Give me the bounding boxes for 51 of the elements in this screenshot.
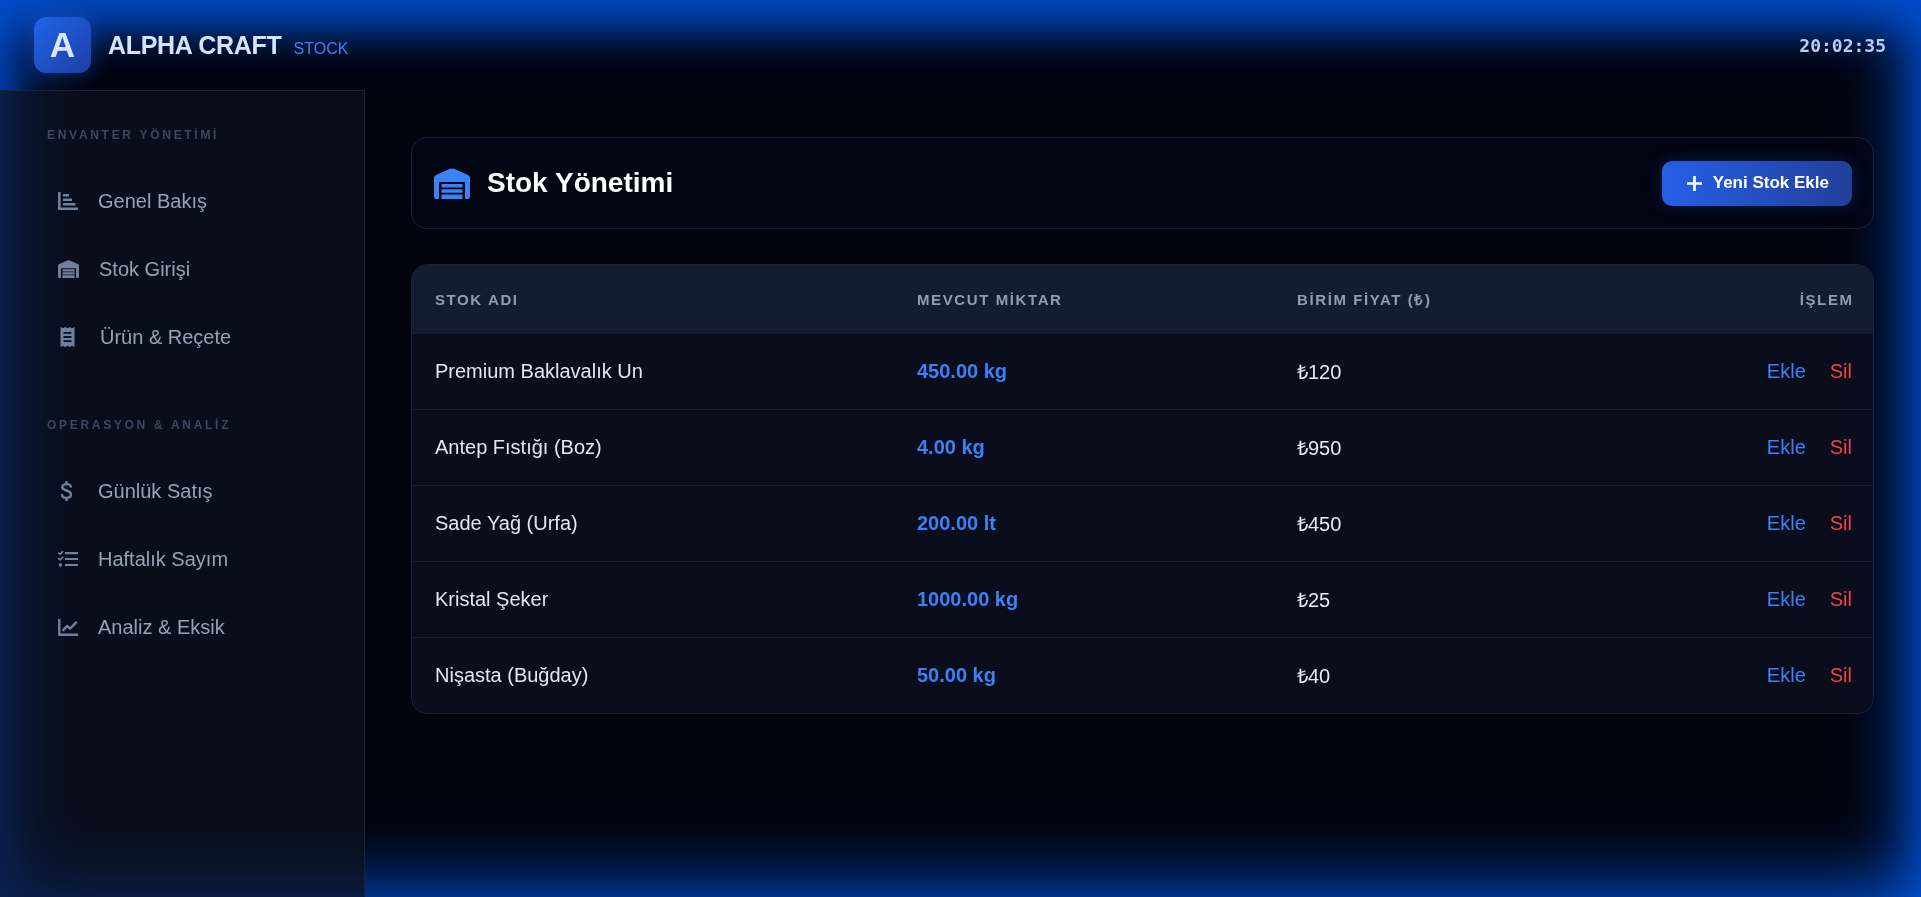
price-cell-text: ₺25: [1297, 588, 1332, 613]
sidebar-item[interactable]: Analiz & Eksik: [16, 599, 348, 655]
name-cell-text: Nişasta (Buğday): [435, 664, 590, 687]
checklist-icon: [58, 551, 78, 567]
name-cell-text: Kristal Şeker: [435, 588, 550, 611]
quantity-cell-text: 4.00 kg: [917, 436, 986, 459]
delete-link[interactable]: Sil: [1829, 360, 1852, 383]
price-cell-text: ₺40: [1297, 664, 1332, 689]
price-cell-text: ₺950: [1297, 436, 1343, 461]
column-header: STOK ADI: [435, 290, 520, 308]
brand-tag: STOCK: [293, 39, 349, 58]
add-link[interactable]: Ekle: [1766, 512, 1806, 535]
name-cell-text: Antep Fıstığı (Boz): [435, 436, 603, 459]
brand-name: ALPHA CRAFT: [108, 30, 282, 60]
add-link[interactable]: Ekle: [1766, 360, 1806, 383]
name-cell-text: Sade Yağ (Urfa): [435, 512, 579, 535]
add-link[interactable]: Ekle: [1766, 664, 1806, 687]
line-chart-icon: [58, 618, 78, 636]
bar-chart-icon: [58, 192, 78, 210]
quantity-cell-text: 50.00 kg: [917, 664, 997, 687]
delete-link[interactable]: Sil: [1829, 588, 1852, 611]
column-header: MEVCUT MİKTAR: [917, 290, 1064, 308]
clock-time: 20:02:35: [1799, 34, 1886, 56]
sidebar-item[interactable]: Stok Girişi: [16, 241, 348, 297]
sidebar-item[interactable]: Genel Bakış: [16, 173, 348, 229]
section-heading: ENVANTER YÖNETİMİ: [46, 127, 221, 143]
sidebar-item[interactable]: Ürün & Reçete: [16, 309, 348, 365]
section-heading: OPERASYON & ANALİZ: [46, 417, 233, 433]
price-cell-text: ₺450: [1297, 512, 1343, 537]
dollar-icon: [60, 481, 73, 501]
column-header: İŞLEM: [1799, 290, 1854, 308]
warehouse-icon: [434, 167, 470, 199]
page-title: Stok Yönetimi: [487, 167, 674, 199]
quantity-cell-text: 200.00 lt: [917, 512, 997, 535]
plus-icon: [1686, 175, 1702, 191]
logo-tile: A: [34, 17, 91, 73]
add-link[interactable]: Ekle: [1766, 588, 1806, 611]
warehouse-icon: [58, 260, 79, 278]
sidebar-item[interactable]: Günlük Satış: [16, 463, 348, 519]
delete-link[interactable]: Sil: [1829, 664, 1852, 687]
name-cell-text: Premium Baklavalık Un: [435, 360, 644, 383]
quantity-cell-text: 1000.00 kg: [917, 588, 1020, 611]
column-header: BİRİM FİYAT (₺): [1297, 290, 1433, 309]
receipt-icon: [60, 327, 75, 347]
price-cell-text: ₺120: [1297, 360, 1343, 385]
add-link[interactable]: Ekle: [1766, 436, 1806, 459]
add-stock-button[interactable]: Yeni Stok Ekle: [1661, 160, 1852, 206]
quantity-cell-text: 450.00 kg: [917, 360, 1009, 383]
sidebar-item[interactable]: Haftalık Sayım: [16, 531, 348, 587]
delete-link[interactable]: Sil: [1829, 512, 1852, 535]
delete-link[interactable]: Sil: [1829, 436, 1852, 459]
